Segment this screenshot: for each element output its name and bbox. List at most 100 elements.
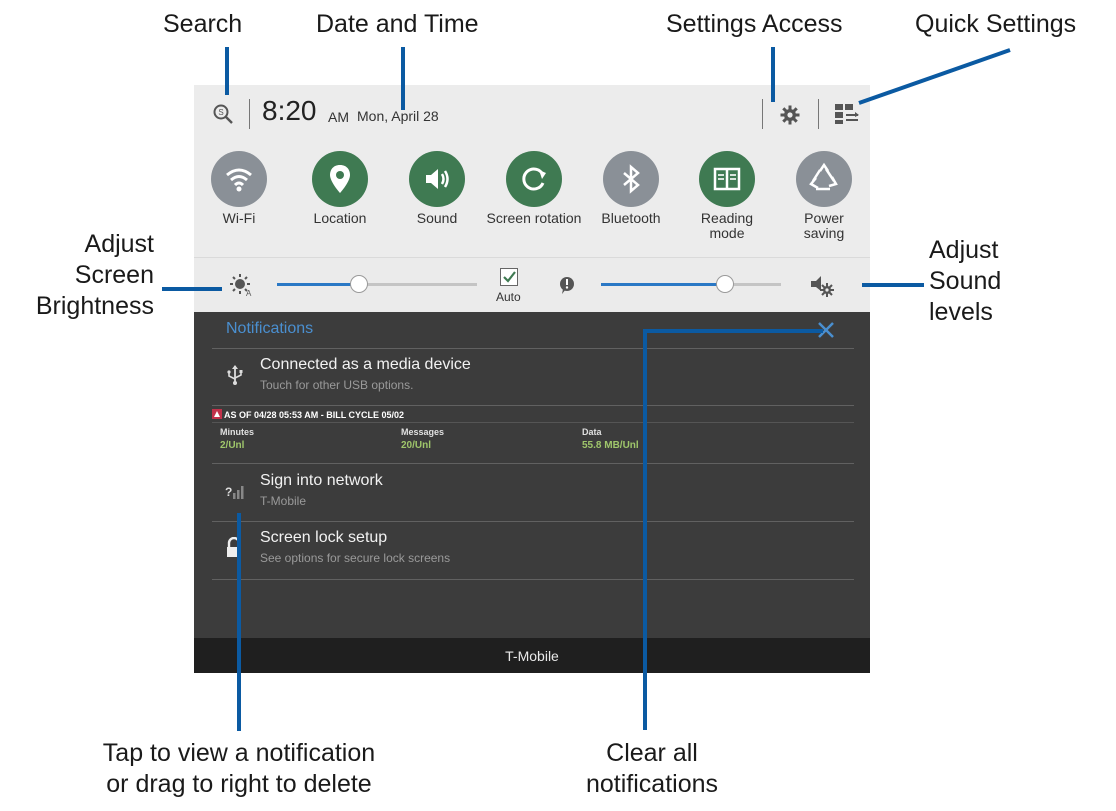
callout-line-1: Clear all (606, 739, 698, 767)
auto-brightness-checkbox[interactable] (500, 268, 518, 286)
usage-header: AS OF 04/28 05:53 AM - BILL CYCLE 05/02 (224, 410, 405, 420)
lock-icon: ! (227, 537, 241, 559)
signal-unknown-icon: ? (225, 485, 244, 499)
leader-line-sound (862, 283, 924, 287)
svg-text:A: A (246, 289, 252, 297)
notifications-heading: Notifications (226, 320, 314, 337)
divider (212, 422, 854, 423)
minutes-label: Minutes (220, 427, 255, 437)
callout-adjust-brightness: Adjust Screen Brightness (30, 229, 154, 322)
callout-search: Search (163, 10, 243, 38)
toggle-wifi[interactable]: Wi-Fi (199, 143, 279, 226)
divider (212, 348, 854, 349)
leader-line-tap-view (237, 513, 241, 731)
callout-settings-access: Settings Access (666, 10, 843, 38)
data-label: Data (582, 427, 602, 437)
auto-brightness-label: Auto (496, 290, 521, 304)
divider (212, 463, 854, 464)
brightness-slider[interactable] (277, 275, 477, 293)
settings-gear-icon[interactable] (780, 105, 800, 125)
callout-date-time: Date and Time (316, 10, 479, 38)
checkmark-icon (503, 271, 516, 283)
callout-adjust-sound: Adjust Sound levels (929, 235, 1001, 328)
notifications-panel: Notifications Connected as a media devic… (194, 312, 870, 638)
brightness-slider-thumb[interactable] (350, 275, 368, 293)
callout-tap-view: Tap to view a notification or drag to ri… (80, 738, 398, 800)
callout-quick-settings: Quick Settings (915, 10, 1077, 38)
notification-title: Sign into network (260, 472, 383, 489)
recycle-icon (796, 151, 852, 207)
callout-line-1: Adjust (929, 236, 999, 264)
carrier-bar: T-Mobile (194, 638, 870, 673)
toggle-power-saving[interactable]: Power saving (784, 143, 864, 241)
brightness-slider-fill (277, 283, 359, 286)
bluetooth-icon (603, 151, 659, 207)
date-label: Mon, April 28 (357, 108, 439, 124)
divider (212, 579, 854, 580)
callout-line-2: or drag to right to delete (106, 770, 372, 798)
leader-line-clear-all (643, 330, 647, 730)
volume-slider-fill (601, 283, 726, 286)
callout-line-2: notifications (585, 770, 719, 798)
data-value: 55.8 MB/Unl (582, 440, 639, 451)
callout-line-3: Brightness (35, 292, 154, 320)
callout-line-1: Tap to view a notification (102, 739, 376, 767)
notification-title: Screen lock setup (260, 529, 388, 546)
toggle-label: Sound (416, 210, 458, 226)
rotate-icon (506, 151, 562, 207)
leader-line-settings (771, 47, 775, 102)
leader-line-date-time (401, 47, 405, 110)
callout-line-2: Screen (74, 261, 154, 289)
notification-subtitle: T-Mobile (260, 494, 307, 508)
leader-line-quick-settings (858, 48, 1011, 105)
svg-text:?: ? (225, 485, 232, 499)
svg-text:S: S (218, 108, 223, 117)
quick-settings-row: Wi-Fi Location Sound Screen rotation Blu… (194, 143, 870, 257)
clock-ampm: AM (328, 109, 349, 125)
toggle-location[interactable]: Location (300, 143, 380, 226)
volume-alert-icon (560, 277, 574, 294)
notification-subtitle: See options for secure lock screens (260, 551, 451, 565)
wifi-icon (211, 151, 267, 207)
toggle-sound[interactable]: Sound (397, 143, 477, 226)
carrier-name: T-Mobile (505, 648, 559, 664)
brightness-auto-icon: A (230, 274, 252, 297)
status-bar: S 8:20 AM Mon, April 28 (194, 85, 870, 143)
notification-subtitle: Touch for other USB options. (260, 378, 414, 392)
sound-settings-icon[interactable] (809, 272, 835, 298)
toggle-label: Power saving (803, 210, 845, 241)
callout-line-3: levels (929, 298, 993, 326)
callout-clear-all: Clear all notifications (552, 738, 752, 800)
minutes-value: 2/Unl (220, 440, 245, 451)
toggle-label: Wi-Fi (222, 210, 256, 226)
messages-label: Messages (401, 427, 445, 437)
separator (818, 99, 819, 129)
toggle-label: Screen rotation (486, 210, 582, 226)
leader-line-brightness (162, 287, 222, 291)
toggle-label: Reading mode (700, 210, 754, 241)
toggle-label: Location (313, 210, 367, 226)
toggle-label: Bluetooth (601, 210, 661, 226)
separator (249, 99, 250, 129)
callout-line-2: Sound (929, 267, 1002, 295)
clock-time: 8:20 (262, 95, 317, 126)
speaker-icon (409, 151, 465, 207)
toggle-screen-rotation[interactable]: Screen rotation (487, 143, 581, 226)
brightness-volume-row: A Auto (194, 257, 870, 312)
separator (762, 99, 763, 129)
divider (212, 405, 854, 406)
notification-shade: S 8:20 AM Mon, April 28 Wi-Fi Location S… (194, 85, 870, 673)
location-pin-icon (312, 151, 368, 207)
leader-line-search (225, 47, 229, 95)
messages-value: 20/Unl (401, 440, 432, 451)
toggle-bluetooth[interactable]: Bluetooth (591, 143, 671, 226)
book-icon (699, 151, 755, 207)
notification-title: Connected as a media device (260, 356, 471, 373)
search-icon[interactable]: S (212, 103, 234, 125)
callout-line-1: Adjust (84, 230, 154, 258)
toggle-reading-mode[interactable]: Reading mode (687, 143, 767, 241)
divider (212, 521, 854, 522)
carrier-app-icon (212, 409, 222, 419)
volume-slider[interactable] (601, 275, 781, 293)
volume-slider-thumb[interactable] (716, 275, 735, 293)
